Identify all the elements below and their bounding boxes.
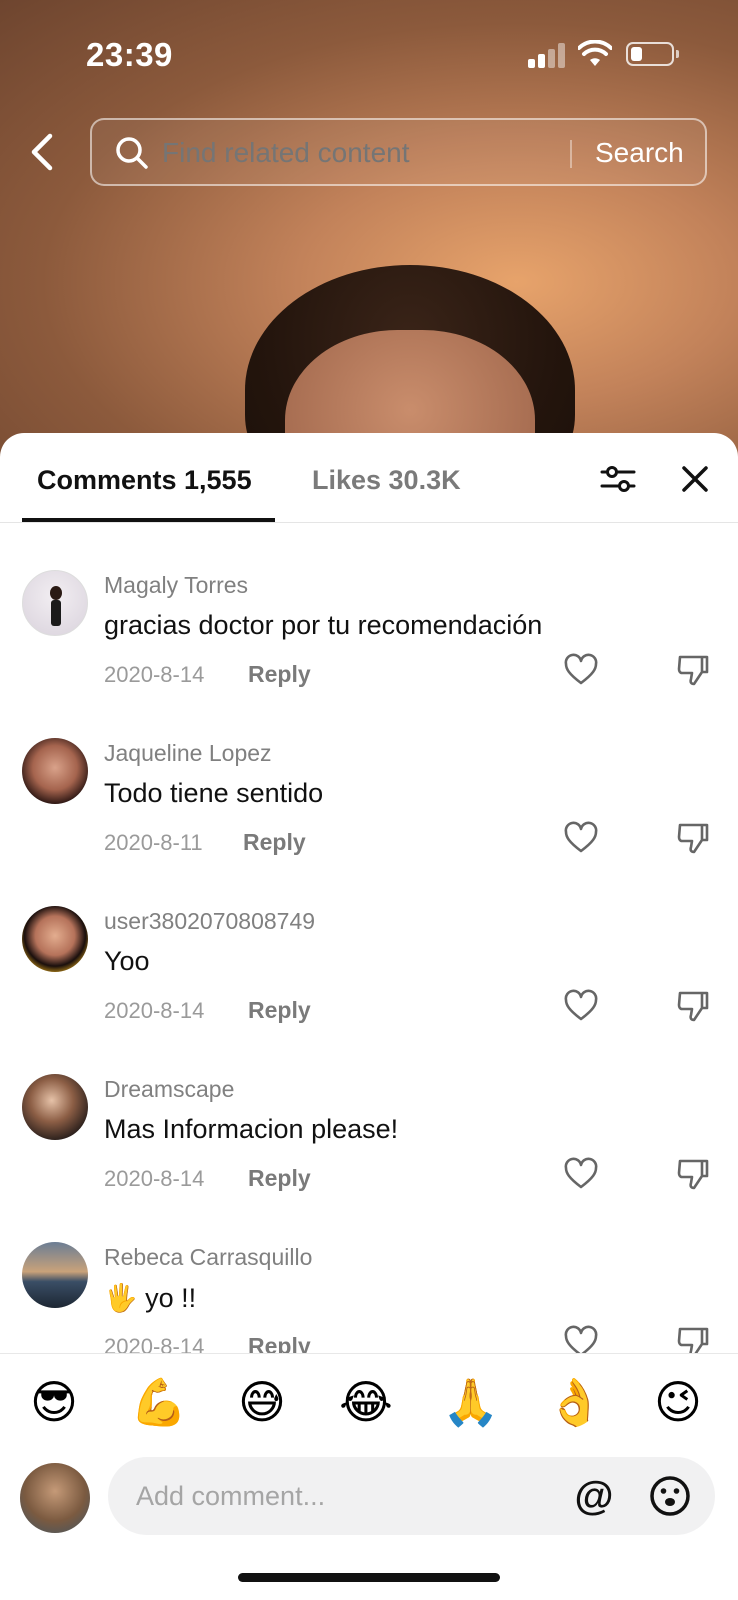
comment-composer: @ xyxy=(0,1457,738,1557)
comment-username[interactable]: Jaqueline Lopez xyxy=(104,740,272,767)
comments-list[interactable]: Magaly Torres gracias doctor por tu reco… xyxy=(0,523,738,1353)
comment-text: Todo tiene sentido xyxy=(104,778,324,808)
thumbs-down-icon[interactable] xyxy=(676,652,710,688)
reply-button[interactable]: Reply xyxy=(248,997,311,1024)
search-input[interactable] xyxy=(162,137,562,169)
comment-username[interactable]: user3802070808749 xyxy=(104,908,315,935)
comment-date: 2020-8-14 xyxy=(104,1166,205,1191)
reply-button[interactable]: Reply xyxy=(243,829,306,856)
home-indicator xyxy=(238,1573,500,1582)
filter-sliders-icon[interactable] xyxy=(598,459,638,499)
thumbs-down-icon[interactable] xyxy=(676,1324,710,1353)
comment-text: 🖐️ yo !! xyxy=(104,1283,197,1313)
comment-date: 2020-8-11 xyxy=(104,830,203,855)
emoji-quick-bar: 😎 💪 😅 😂 🙏 👌 😉 xyxy=(0,1353,738,1457)
status-bar: 23:39 xyxy=(0,0,738,110)
cellular-signal-icon xyxy=(528,42,566,68)
search-icon xyxy=(116,137,148,169)
comment-item: Magaly Torres gracias doctor por tu reco… xyxy=(0,570,738,738)
comment-date: 2020-8-14 xyxy=(104,662,205,687)
emoji-sunglasses[interactable]: 😎 xyxy=(26,1374,82,1430)
comment-text: Yoo xyxy=(104,946,150,976)
avatar[interactable] xyxy=(22,738,88,804)
thumbs-down-icon[interactable] xyxy=(676,820,710,856)
search-divider xyxy=(570,140,572,168)
heart-icon[interactable] xyxy=(563,988,599,1024)
mention-button[interactable]: @ xyxy=(572,1474,616,1518)
comments-sheet: Comments 1,555 Likes 30.3K Magaly Torres… xyxy=(0,433,738,1600)
comment-text: Mas Informacion please! xyxy=(104,1114,399,1144)
status-time: 23:39 xyxy=(86,36,173,73)
heart-icon[interactable] xyxy=(563,1324,599,1353)
comment-date: 2020-8-14 xyxy=(104,1334,205,1353)
sheet-tabs: Comments 1,555 Likes 30.3K xyxy=(0,433,738,523)
reply-button[interactable]: Reply xyxy=(248,661,311,688)
heart-icon[interactable] xyxy=(563,820,599,856)
avatar[interactable] xyxy=(22,1242,88,1308)
comment-username[interactable]: Magaly Torres xyxy=(104,572,248,599)
comment-item: Rebeca Carrasquillo 🖐️ yo !! 2020-8-14 R… xyxy=(0,1242,738,1353)
search-bar[interactable]: Search xyxy=(90,118,707,186)
heart-icon[interactable] xyxy=(563,652,599,688)
emoji-wink[interactable]: 😉 xyxy=(650,1374,706,1430)
tab-likes[interactable]: Likes 30.3K xyxy=(312,465,461,496)
smile-icon[interactable] xyxy=(648,1474,692,1518)
battery-icon xyxy=(626,42,679,66)
comment-text: gracias doctor por tu recomendación xyxy=(104,610,543,640)
comment-item: Jaqueline Lopez Todo tiene sentido 2020-… xyxy=(0,738,738,906)
back-chevron-icon[interactable] xyxy=(24,130,64,174)
comment-username[interactable]: Rebeca Carrasquillo xyxy=(104,1244,312,1271)
tab-comments[interactable]: Comments 1,555 xyxy=(37,465,252,496)
emoji-sweat-smile[interactable]: 😅 xyxy=(234,1374,290,1430)
emoji-folded-hands[interactable]: 🙏 xyxy=(442,1374,499,1430)
comment-item: user3802070808749 Yoo 2020-8-14 Reply xyxy=(0,906,738,1074)
search-button[interactable]: Search xyxy=(595,137,684,169)
heart-icon[interactable] xyxy=(563,1156,599,1192)
thumbs-down-icon[interactable] xyxy=(676,1156,710,1192)
my-avatar[interactable] xyxy=(20,1463,90,1533)
reply-button[interactable]: Reply xyxy=(248,1333,311,1353)
comment-date: 2020-8-14 xyxy=(104,998,205,1023)
avatar[interactable] xyxy=(22,906,88,972)
avatar[interactable] xyxy=(22,570,88,636)
thumbs-down-icon[interactable] xyxy=(676,988,710,1024)
emoji-tears-of-joy[interactable]: 😂 xyxy=(338,1374,394,1430)
wifi-icon xyxy=(578,40,612,66)
active-tab-indicator xyxy=(22,518,275,522)
reply-button[interactable]: Reply xyxy=(248,1165,311,1192)
comment-item: Dreamscape Mas Informacion please! 2020-… xyxy=(0,1074,738,1242)
comment-username[interactable]: Dreamscape xyxy=(104,1076,234,1103)
close-icon[interactable] xyxy=(678,459,712,499)
add-comment-input[interactable] xyxy=(108,1457,715,1535)
avatar[interactable] xyxy=(22,1074,88,1140)
emoji-ok-hand[interactable]: 👌 xyxy=(546,1374,603,1430)
emoji-flexed-biceps[interactable]: 💪 xyxy=(130,1374,187,1430)
